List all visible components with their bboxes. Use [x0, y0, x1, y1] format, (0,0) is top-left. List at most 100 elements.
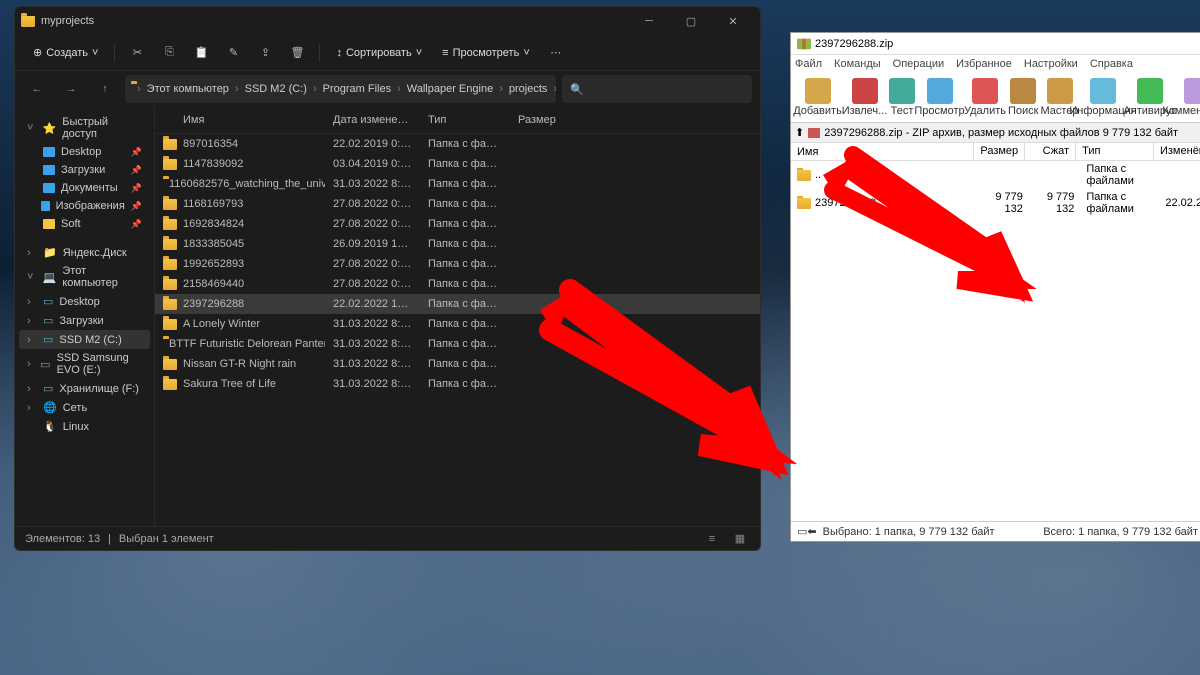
- sidebar-thispc[interactable]: ˅💻 Этот компьютер: [19, 262, 150, 292]
- file-row[interactable]: BTTF Futuristic Delorean Pantera31.03.20…: [155, 334, 760, 354]
- minimize-button[interactable]: ─: [628, 7, 670, 35]
- toolbar-button[interactable]: Извлеч...: [842, 78, 887, 117]
- sidebar-item[interactable]: ›▭ Хранилище (F:): [19, 379, 150, 398]
- toolbar-button[interactable]: Тест: [889, 78, 915, 117]
- file-row[interactable]: 169283482427.08.2022 0:27Папка с файлами: [155, 214, 760, 234]
- search-icon: 🔍: [570, 83, 584, 96]
- folder-icon: [163, 259, 177, 270]
- file-row[interactable]: 114783909203.04.2019 0:23Папка с файлами: [155, 154, 760, 174]
- paste-icon[interactable]: 📋: [187, 39, 215, 67]
- file-row[interactable]: 199265289327.08.2022 0:32Папка с файлами: [155, 254, 760, 274]
- file-row[interactable]: 116816979327.08.2022 0:27Папка с файлами: [155, 194, 760, 214]
- folder-icon: [21, 16, 35, 27]
- folder-icon: [163, 239, 177, 250]
- share-icon[interactable]: ⇪: [251, 39, 279, 67]
- sidebar-network[interactable]: ›🌐 Сеть: [19, 398, 150, 417]
- folder-icon: [797, 198, 811, 209]
- create-button[interactable]: ⊕ Создать ˅: [25, 42, 106, 63]
- archive-row[interactable]: 23972962889 779 1329 779 132Папка с файл…: [791, 189, 1200, 217]
- winrar-status-sel: Выбрано: 1 папка, 9 779 132 байт: [823, 526, 995, 538]
- file-row[interactable]: 183338504526.09.2019 17:46Папка с файлам…: [155, 234, 760, 254]
- winrar-rows[interactable]: ..Папка с файлами23972962889 779 1329 77…: [791, 161, 1200, 521]
- winrar-window[interactable]: 2397296288.zip Файл Команды Операции Избран…: [790, 32, 1200, 542]
- file-list[interactable]: Имя Дата изменения Тип Размер 8970163542…: [155, 107, 760, 526]
- winrar-title: 2397296288.zip: [815, 38, 893, 50]
- sidebar-quick-access[interactable]: ˅⭐ Быстрый доступ: [19, 113, 150, 143]
- maximize-button[interactable]: ▢: [670, 7, 712, 35]
- winrar-path[interactable]: ⬆ 2397296288.zip - ZIP архив, размер исх…: [791, 123, 1200, 143]
- breadcrumb[interactable]: › Этот компьютер› SSD M2 (C:)› Program F…: [125, 75, 556, 103]
- toolbar-button[interactable]: Поиск: [1008, 78, 1038, 117]
- menu-item[interactable]: Файл: [795, 58, 822, 70]
- more-icon[interactable]: ⋯: [542, 39, 570, 67]
- folder-icon: [163, 159, 177, 170]
- sidebar-item[interactable]: ›▭ Загрузки: [19, 311, 150, 330]
- file-row[interactable]: Sakura Tree of Life31.03.2022 8:05Папка …: [155, 374, 760, 394]
- details-view-icon[interactable]: ≡: [702, 531, 722, 547]
- toolbar-button[interactable]: Информация: [1081, 78, 1126, 117]
- folder-icon: [163, 359, 177, 370]
- winrar-toolbar: ДобавитьИзвлеч...ТестПросмотрУдалитьПоис…: [791, 73, 1200, 123]
- back-button[interactable]: ←: [23, 75, 51, 103]
- view-button[interactable]: ≡ Просмотреть ˅: [434, 43, 538, 63]
- sidebar-item[interactable]: Документы📌: [19, 179, 150, 197]
- copy-icon[interactable]: ⎘: [155, 39, 183, 67]
- folder-icon: [163, 139, 177, 150]
- menu-item[interactable]: Операции: [893, 58, 944, 70]
- menu-item[interactable]: Настройки: [1024, 58, 1078, 70]
- archive-row[interactable]: ..Папка с файлами: [791, 161, 1200, 189]
- cut-icon[interactable]: ✂: [123, 39, 151, 67]
- folder-icon: [163, 299, 177, 310]
- folder-icon: [163, 219, 177, 230]
- sidebar-item[interactable]: ›▭ SSD M2 (C:): [19, 330, 150, 349]
- winrar-titlebar[interactable]: 2397296288.zip: [791, 33, 1200, 55]
- status-selection: Выбран 1 элемент: [119, 533, 214, 545]
- forward-button[interactable]: →: [57, 75, 85, 103]
- winrar-icon: [797, 37, 811, 51]
- folder-icon: [797, 170, 811, 181]
- toolbar-button[interactable]: Просмотр: [917, 78, 962, 117]
- sidebar-item[interactable]: Desktop📌: [19, 143, 150, 161]
- status-bar: Элементов: 13 | Выбран 1 элемент ≡ ▦: [15, 526, 760, 550]
- close-button[interactable]: ✕: [712, 7, 754, 35]
- sidebar-item[interactable]: Изображения📌: [19, 197, 150, 215]
- window-title: myprojects: [41, 15, 628, 27]
- sort-button[interactable]: ↕ Сортировать ˅: [328, 43, 430, 63]
- winrar-status: ▭⬅ Выбрано: 1 папка, 9 779 132 байт Всег…: [791, 521, 1200, 541]
- menu-item[interactable]: Справка: [1090, 58, 1133, 70]
- file-row[interactable]: Nissan GT-R Night rain31.03.2022 8:05Пап…: [155, 354, 760, 374]
- explorer-nav: ← → ↑ › Этот компьютер› SSD M2 (C:)› Pro…: [15, 71, 760, 107]
- folder-icon: [163, 319, 177, 330]
- up-icon[interactable]: ⬆: [795, 126, 804, 139]
- menu-item[interactable]: Команды: [834, 58, 881, 70]
- toolbar-button[interactable]: Добавить: [795, 78, 840, 117]
- sidebar-item[interactable]: ›▭ SSD Samsung EVO (E:): [19, 349, 150, 379]
- winrar-menu: Файл Команды Операции Избранное Настройки Спр…: [791, 55, 1200, 73]
- tiles-view-icon[interactable]: ▦: [730, 531, 750, 547]
- folder-icon: [163, 199, 177, 210]
- sidebar-item[interactable]: Загрузки📌: [19, 161, 150, 179]
- file-row[interactable]: 239729628822.02.2022 15:49Папка с файлам…: [155, 294, 760, 314]
- toolbar-button[interactable]: Комментарий: [1175, 78, 1200, 117]
- file-row[interactable]: A Lonely Winter31.03.2022 8:05Папка с фа…: [155, 314, 760, 334]
- sidebar-item[interactable]: Soft📌: [19, 215, 150, 233]
- explorer-window[interactable]: myprojects ─ ▢ ✕ ⊕ Создать ˅ ✂ ⎘ 📋 ✎ ⇪ 🗑…: [14, 6, 761, 551]
- archive-icon: [808, 127, 820, 139]
- winrar-columns[interactable]: Имя Размер Сжат Тип Изменён: [791, 143, 1200, 161]
- up-button[interactable]: ↑: [91, 75, 119, 103]
- toolbar-button[interactable]: Удалить: [964, 78, 1006, 117]
- sidebar-item[interactable]: ›▭ Desktop: [19, 292, 150, 311]
- rename-icon[interactable]: ✎: [219, 39, 247, 67]
- delete-icon[interactable]: 🗑: [283, 39, 311, 67]
- sidebar-yandex[interactable]: ›📁 Яндекс.Диск: [19, 243, 150, 262]
- folder-icon: [163, 379, 177, 390]
- file-list-header[interactable]: Имя Дата изменения Тип Размер: [155, 107, 760, 134]
- search-input[interactable]: 🔍: [562, 75, 752, 103]
- file-row[interactable]: 89701635422.02.2019 0:26Папка с файлами: [155, 134, 760, 154]
- file-row[interactable]: 215846944027.08.2022 0:33Папка с файлами: [155, 274, 760, 294]
- explorer-titlebar[interactable]: myprojects ─ ▢ ✕: [15, 7, 760, 35]
- menu-item[interactable]: Избранное: [956, 58, 1012, 70]
- file-row[interactable]: 1160682576_watching_the_universe_red31.0…: [155, 174, 760, 194]
- sidebar[interactable]: ˅⭐ Быстрый доступ Desktop📌 Загрузки📌 Док…: [15, 107, 155, 526]
- sidebar-linux[interactable]: 🐧 Linux: [19, 417, 150, 436]
